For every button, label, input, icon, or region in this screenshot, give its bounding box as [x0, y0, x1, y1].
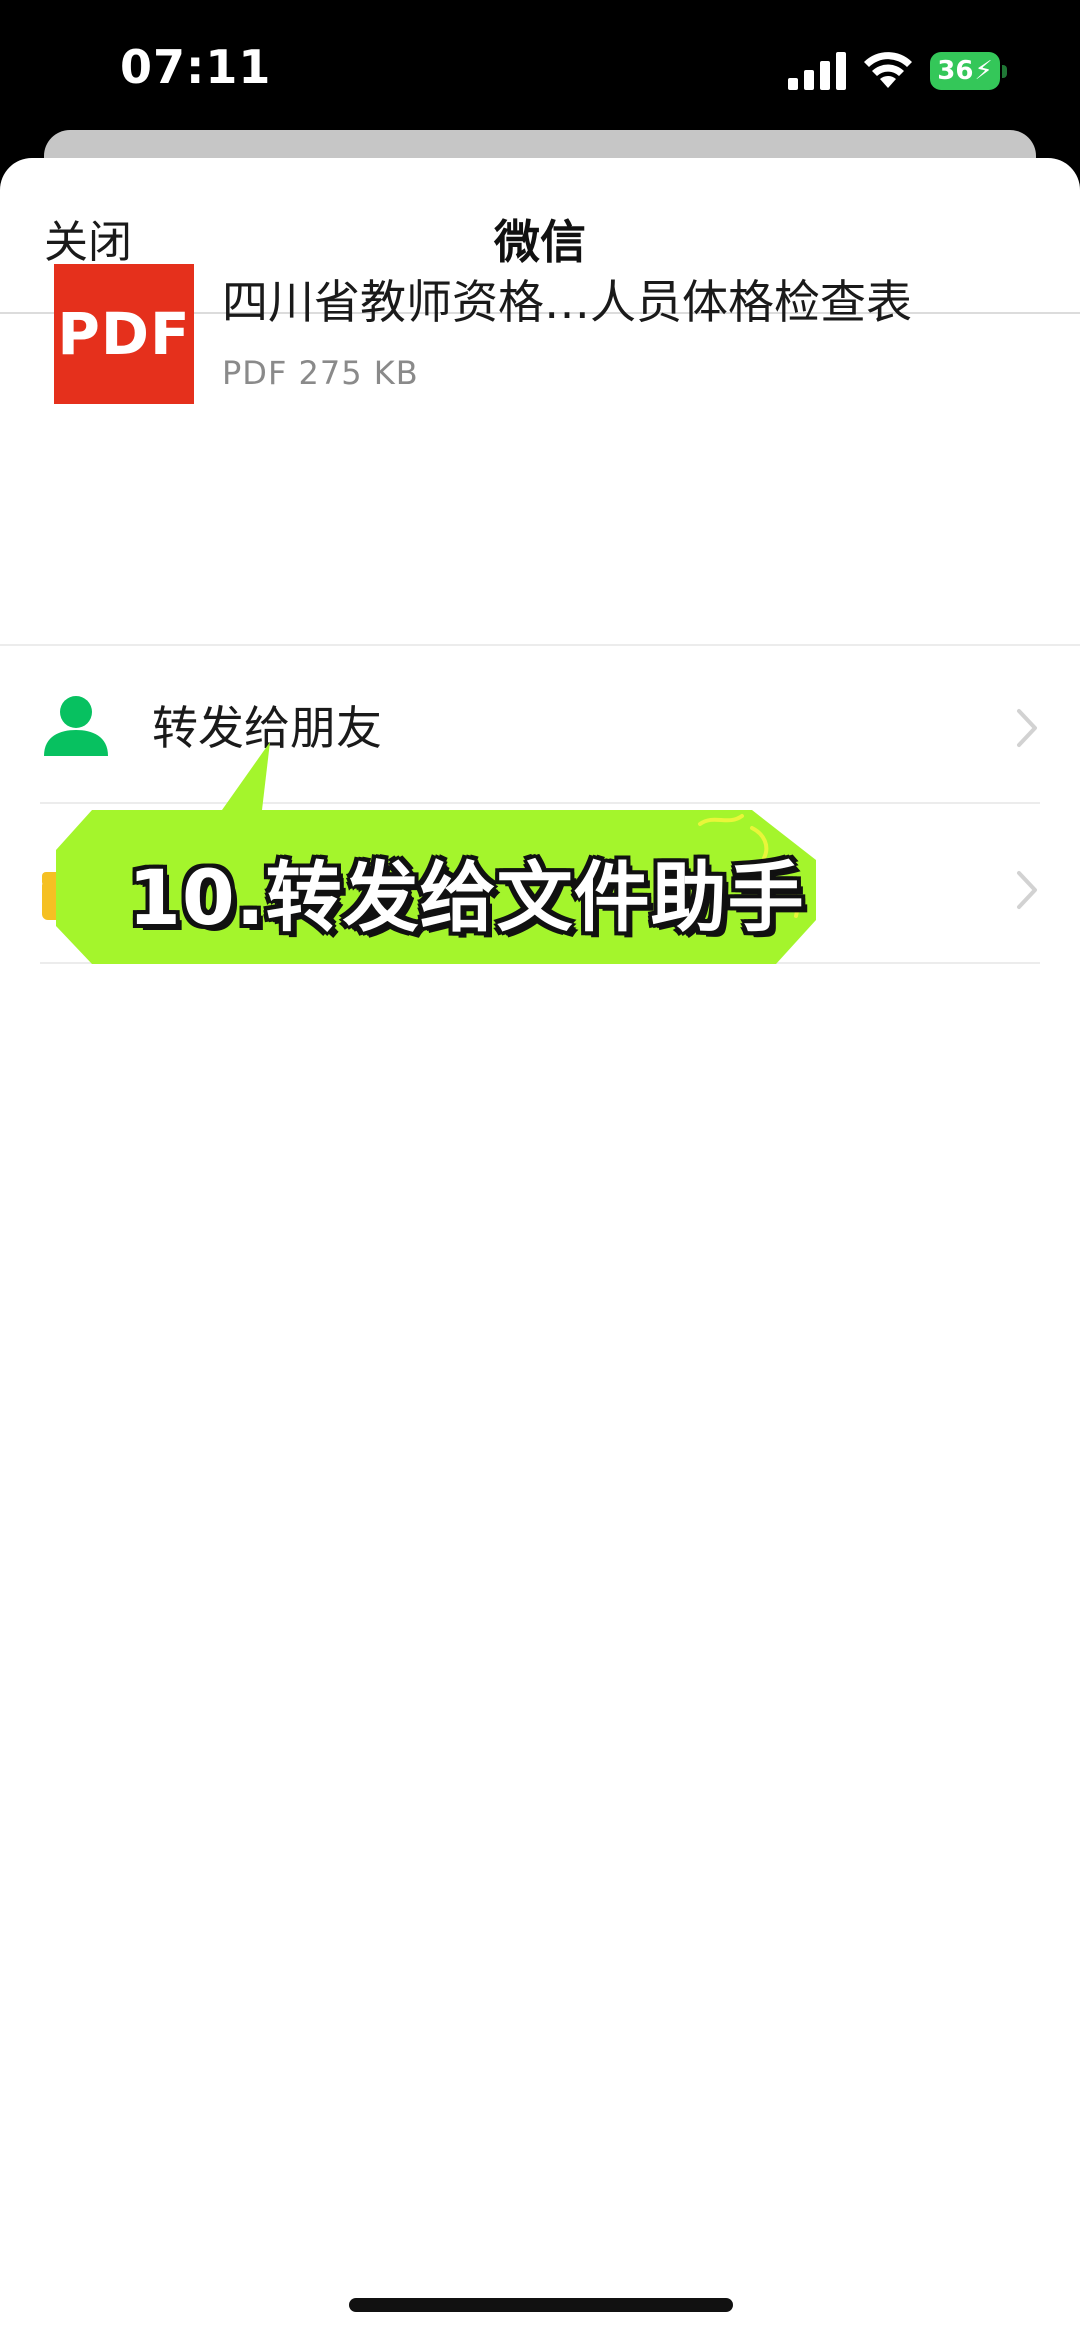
status-bar: 07:11 36 ⚡ [0, 0, 1080, 130]
file-meta: PDF 275 KB [222, 354, 419, 392]
annotation-text: 10.转发给文件助手 [128, 853, 805, 942]
pdf-file-icon: PDF [54, 264, 194, 404]
battery-charging-icon: 36 ⚡ [930, 52, 1008, 92]
phone-screen: 07:11 36 ⚡ 关闭 微信 PDF 四川省教师资格…人员体格检查表 PDF… [0, 0, 1080, 2337]
cellular-signal-icon [788, 52, 846, 90]
status-time: 07:11 [120, 40, 272, 94]
file-name: 四川省教师资格…人员体格检查表 [222, 275, 912, 329]
page-title: 微信 [494, 215, 586, 269]
battery-level: 36 [937, 56, 974, 86]
wifi-icon [864, 52, 912, 88]
bolt-icon: ⚡ [974, 56, 993, 86]
chevron-right-icon [1017, 709, 1037, 747]
chevron-right-icon [1017, 871, 1037, 909]
home-indicator[interactable] [349, 2298, 733, 2312]
share-sheet: 关闭 微信 [0, 158, 1080, 2337]
